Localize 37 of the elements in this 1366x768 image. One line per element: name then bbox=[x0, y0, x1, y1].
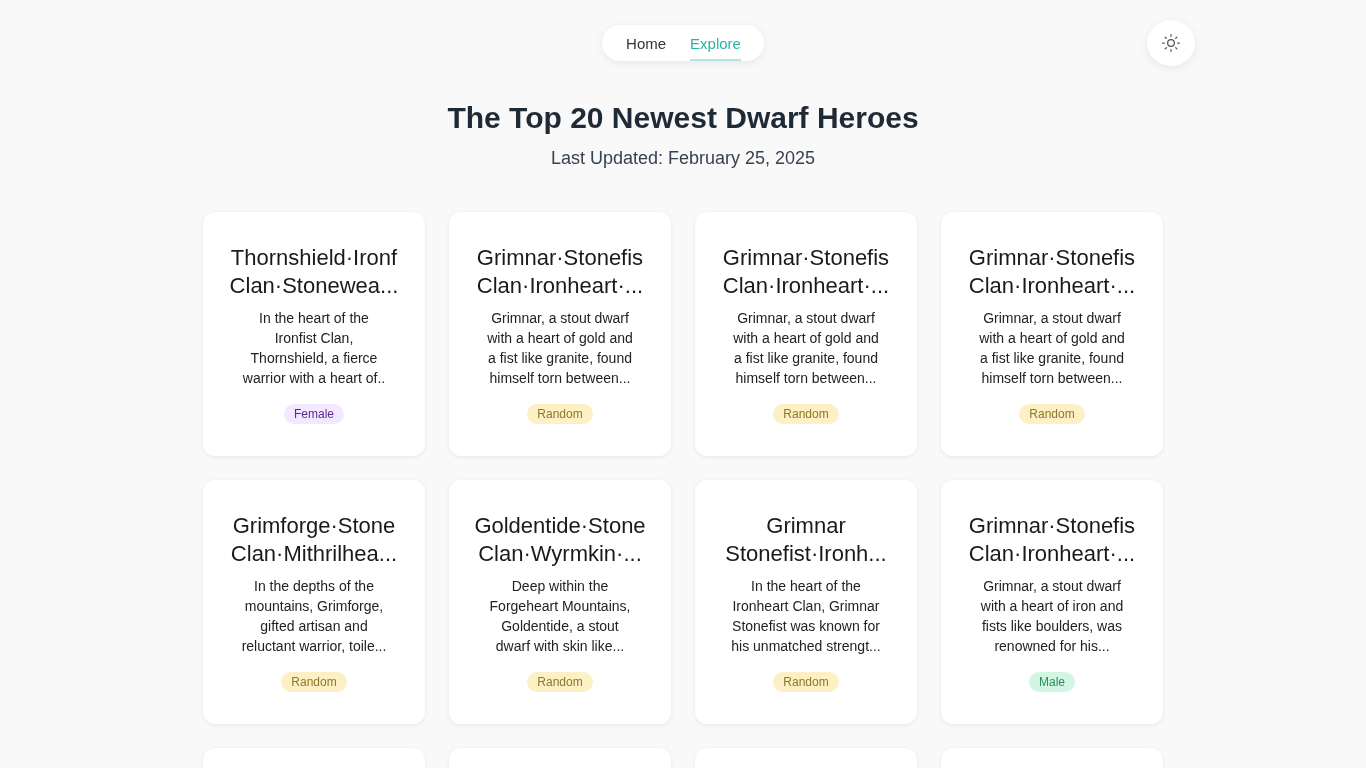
card-description: Grimnar, a stout dwarf with a heart of iron and fists like boulders, was renowned for his... bbox=[980, 577, 1124, 656]
hero-card[interactable]: Grimnar·Stonefis Clan·Ironheart·... Grimnar, a stout dwarf with a heart of gold and a fist like granite, found himself torn between... Random bbox=[449, 212, 671, 456]
card-title: Grimnar·Stonefis Clan·Ironheart·... bbox=[476, 244, 644, 300]
category-tag: Random bbox=[527, 404, 593, 424]
card-description: Grimnar, a stout dwarf with a heart of gold and a fist like granite, found himself torn between... bbox=[979, 309, 1125, 388]
card-description: Grimnar, a stout dwarf with a heart of gold and a fist like granite, found himself torn between... bbox=[487, 309, 633, 388]
card-title: Grimnar·Stonefis Clan·Ironheart·... bbox=[968, 512, 1136, 568]
hero-card[interactable]: Goldentide·Stone Clan·Wyrmkin·... Deep within the Forgeheart Mountains, Goldentide, a stout dwarf with skin like... Random bbox=[449, 480, 671, 724]
card-title: Thornshield·Ironf Clan·Stonewea... bbox=[229, 244, 399, 300]
card-description: In the depths of the mountains, Grimforge, gifted artisan and reluctant warrior, toile... bbox=[241, 577, 387, 656]
hero-card[interactable]: Thornshield·Ironf Clan·Stonewea... In the heart of the Ironfist Clan, Thornshield, a fierce warrior with a heart of.. Female bbox=[203, 212, 425, 456]
category-tag: Random bbox=[773, 672, 839, 692]
card-description: Deep within the Forgeheart Mountains, Goldentide, a stout dwarf with skin like... bbox=[489, 577, 631, 656]
category-tag: Random bbox=[281, 672, 347, 692]
card-title: Grimnar·Stonefis Clan·Ironheart·... bbox=[722, 244, 890, 300]
hero-card[interactable]: Grimnar·Stonefis Clan·Ironheart·... Grimnar, a stout dwarf with a heart of gold and a fist like granite, found himself torn between... Random bbox=[695, 212, 917, 456]
theme-toggle-button[interactable] bbox=[1147, 20, 1195, 66]
category-tag: Random bbox=[1019, 404, 1085, 424]
card-description: In the heart of the Ironfist Clan, Thornshield, a fierce warrior with a heart of.. bbox=[242, 309, 386, 388]
category-tag: Random bbox=[527, 672, 593, 692]
sun-icon bbox=[1161, 33, 1181, 53]
hero-card[interactable]: Grimnar Stonefist·Ironh... In the heart of the Ironheart Clan, Grimnar Stonefist was known for his unmatched strengt... Random bbox=[695, 480, 917, 724]
card-description: In the heart of the Ironheart Clan, Grimnar Stonefist was known for his unmatched strengt... bbox=[731, 577, 881, 656]
hero-card[interactable]: Grimnar·Stonefis Clan·Ironheart·... Grimnar, a stout dwarf with a heart of iron and fists like boulders, was renowned for his... Male bbox=[941, 480, 1163, 724]
category-tag: Male bbox=[1029, 672, 1075, 692]
hero-card[interactable]: Grimnar·Stonefis Clan·Ironheart·... Grimnar, a stout dwarf with a heart of gold and a fist like granite, found himself torn between... Random bbox=[941, 212, 1163, 456]
nav-tab[interactable]: Home bbox=[626, 25, 667, 61]
last-updated-text: Last Updated: February 25, 2025 bbox=[550, 147, 816, 170]
card-title: Grimforge·Stone Clan·Mithrilhea... bbox=[230, 512, 398, 568]
card-title: Grimnar·Stonefis Clan·Ironheart·... bbox=[968, 244, 1136, 300]
card-description: Grimnar, a stout dwarf with a heart of gold and a fist like granite, found himself torn between... bbox=[733, 309, 879, 388]
card-title: Grimnar Stonefist·Ironh... bbox=[725, 512, 887, 568]
card-title: Goldentide·Stone Clan·Wyrmkin·... bbox=[474, 512, 646, 568]
category-tag: Female bbox=[284, 404, 344, 424]
hero-card[interactable]: Grimforge·Stone Clan·Mithrilhea... In the depths of the mountains, Grimforge, gifted artisan and reluctant warrior, toile... Random bbox=[203, 480, 425, 724]
page-title: The Top 20 Newest Dwarf Heroes bbox=[447, 100, 919, 136]
category-tag: Random bbox=[773, 404, 839, 424]
